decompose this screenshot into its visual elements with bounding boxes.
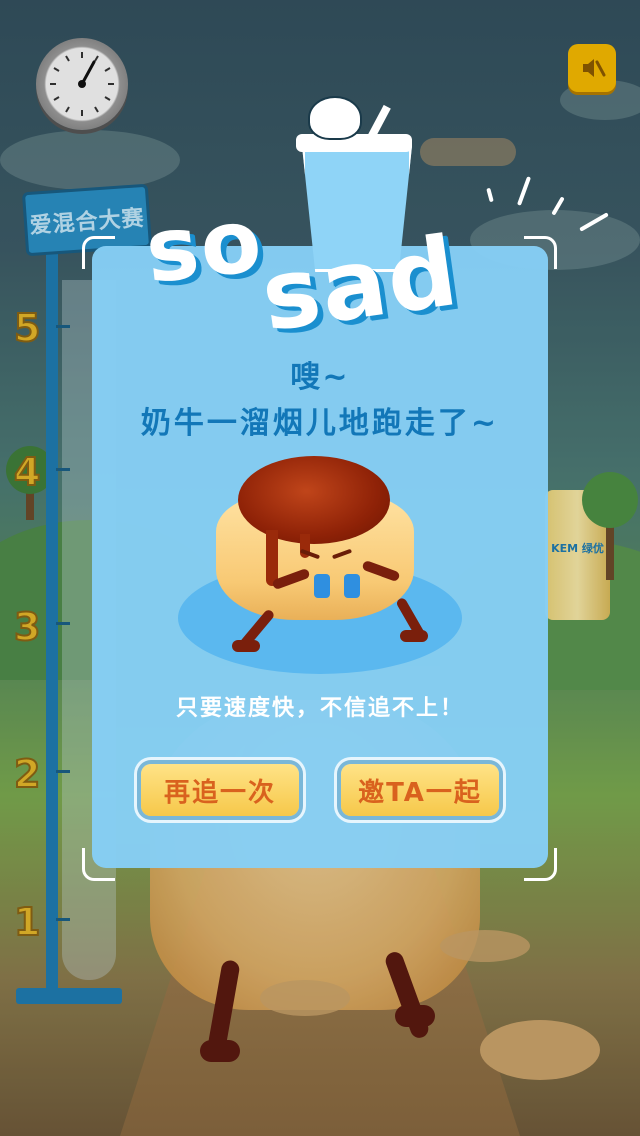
title-so: so bbox=[140, 188, 268, 303]
pudding-foot bbox=[400, 630, 428, 642]
cup-lid bbox=[296, 134, 412, 152]
popup-corner bbox=[82, 236, 115, 269]
slogan-text: 只要速度快，不信追不上！ bbox=[175, 696, 464, 721]
message-line-2: 奶牛一溜烟儿地跑走了~ bbox=[140, 406, 500, 441]
cow-illustration bbox=[308, 96, 362, 140]
message-line-1: 嗖~ bbox=[290, 360, 350, 395]
tear bbox=[344, 574, 360, 598]
airplane-illustration bbox=[420, 138, 516, 166]
retry-button[interactable]: 再追一次 bbox=[141, 764, 299, 816]
popup-corner bbox=[524, 236, 557, 269]
popup-corner bbox=[524, 848, 557, 881]
pudding-caramel bbox=[238, 456, 390, 544]
popup-corner bbox=[82, 848, 115, 881]
tear bbox=[314, 574, 330, 598]
pudding-foot bbox=[232, 640, 260, 652]
game-screen: KEM 绿优 爱混合大赛 5 4 3 2 1 so sad 嗖~ 奶牛一溜烟儿地… bbox=[0, 0, 640, 1136]
caramel-drip bbox=[266, 530, 278, 586]
invite-friend-button[interactable]: 邀TA一起 bbox=[341, 764, 499, 816]
